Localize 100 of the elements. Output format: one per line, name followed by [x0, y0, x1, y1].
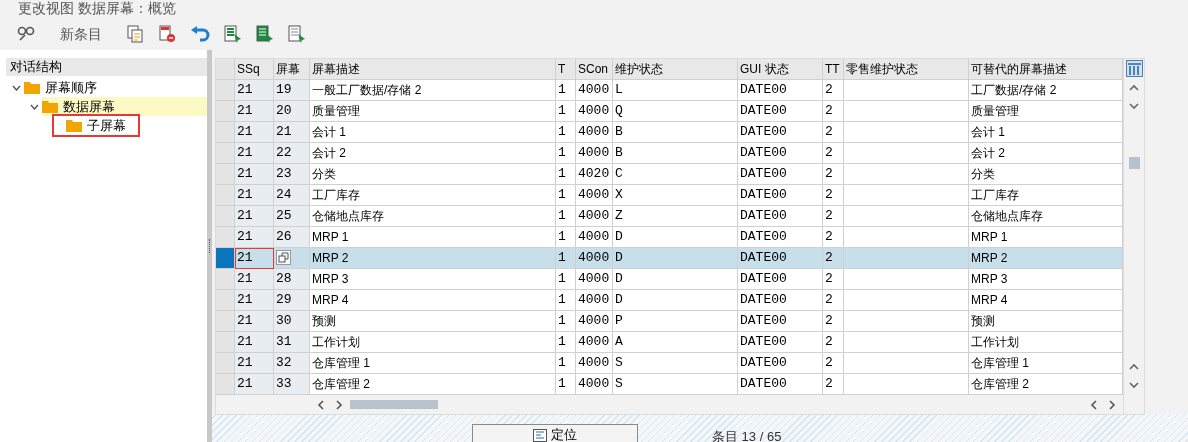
table-cell: 28 [274, 269, 310, 290]
table-cell: DATE00 [738, 374, 823, 395]
table-cell: 21 [235, 290, 274, 311]
table-cell: Z [613, 206, 738, 227]
table-cell: 工厂库存 [969, 185, 1123, 206]
table-cell: 分类 [969, 164, 1123, 185]
table-cell: 仓储地点库存 [310, 206, 556, 227]
table-cell: DATE00 [738, 290, 823, 311]
table-cell: 21 [235, 269, 274, 290]
table-cell: 23 [274, 164, 310, 185]
table-cell: MRP 2 [969, 248, 1123, 269]
table-cell: 质量管理 [310, 101, 556, 122]
table-cell: 4000 [576, 332, 613, 353]
table-cell: D [613, 248, 738, 269]
table-cell: 2 [823, 290, 844, 311]
new-entry-button[interactable]: 新条目 [50, 23, 112, 45]
table-cell: 21 [235, 332, 274, 353]
table-cell: 2 [823, 80, 844, 101]
table-cell: D [613, 269, 738, 290]
folder-icon [42, 100, 58, 113]
table-cell: DATE00 [738, 332, 823, 353]
table-cell: 仓库管理 2 [310, 374, 556, 395]
table-cell: DATE00 [738, 80, 823, 101]
table-cell: B [613, 122, 738, 143]
table-cell: 21 [235, 122, 274, 143]
table-cell: 质量管理 [969, 101, 1123, 122]
column-header: 屏幕描述 [310, 59, 556, 80]
value-help-icon[interactable] [276, 250, 291, 265]
column-header: 零售维护状态 [844, 59, 969, 80]
tree-item[interactable]: 屏幕顺序 [24, 78, 103, 97]
delete-icon[interactable] [158, 25, 176, 43]
table-cell: 21 [235, 80, 274, 101]
table-cell: 2 [823, 143, 844, 164]
table-cell: 1 [556, 122, 576, 143]
table-cell: 1 [556, 80, 576, 101]
table-cell: 1 [556, 248, 576, 269]
caret-icon[interactable] [12, 84, 21, 91]
column-header: SCon [576, 59, 613, 80]
window-title: 更改视图 数据屏幕：概览 [18, 0, 176, 16]
table-cell: 21 [274, 122, 310, 143]
table-cell: 会计 1 [969, 122, 1123, 143]
scrollbar-thumb[interactable] [350, 400, 438, 409]
table-cell: 2 [823, 353, 844, 374]
caret-icon[interactable] [30, 103, 39, 110]
table-cell: 会计 1 [310, 122, 556, 143]
table-cell: 1 [556, 269, 576, 290]
position-button[interactable]: 定位 [472, 424, 638, 442]
tree-item[interactable]: 子屏幕 [54, 116, 138, 135]
table-cell: 1 [556, 101, 576, 122]
table-cell: 2 [823, 101, 844, 122]
table-cell: 仓储地点库存 [969, 206, 1123, 227]
copy-icon[interactable] [126, 25, 144, 43]
table-cell: DATE00 [738, 311, 823, 332]
table-cell: 预测 [969, 311, 1123, 332]
table-cell: 2 [823, 206, 844, 227]
scrollbar-thumb[interactable] [1128, 157, 1140, 169]
table-cell: 24 [274, 185, 310, 206]
table-cell: DATE00 [738, 353, 823, 374]
select-all-icon[interactable] [224, 25, 242, 43]
table-cell: 31 [274, 332, 310, 353]
table-cell: B [613, 143, 738, 164]
position-icon [533, 428, 547, 442]
table-cell: DATE00 [738, 227, 823, 248]
table-cell: 4000 [576, 290, 613, 311]
deselect-icon[interactable] [288, 25, 306, 43]
table-cell: 仓库管理 1 [310, 353, 556, 374]
table-cell: A [613, 332, 738, 353]
table-cell: 4000 [576, 143, 613, 164]
table-cell: 21 [235, 248, 274, 269]
table-cell: 一般工厂数据/存储 2 [310, 80, 556, 101]
table-cell: 4000 [576, 227, 613, 248]
row-selector[interactable] [216, 248, 235, 269]
column-header: TT [823, 59, 844, 80]
entry-count: 条目 13 / 65 [712, 428, 782, 442]
table-cell: 33 [274, 374, 310, 395]
table-cell: 工厂库存 [310, 185, 556, 206]
table-cell: P [613, 311, 738, 332]
column-header: 屏幕 [274, 59, 310, 80]
table-cell: 4000 [576, 311, 613, 332]
table-cell: 会计 2 [969, 143, 1123, 164]
table-cell: 4000 [576, 374, 613, 395]
table-cell: 4000 [576, 269, 613, 290]
table-cell: 1 [556, 206, 576, 227]
folder-icon [24, 81, 40, 94]
column-settings-icon[interactable] [1125, 60, 1143, 77]
select-block-icon[interactable] [256, 25, 274, 43]
table-cell: 2 [823, 332, 844, 353]
splitter-handle[interactable] [207, 50, 212, 442]
table-cell: 2 [823, 185, 844, 206]
table-cell: 4000 [576, 206, 613, 227]
panel-header: 对话结构 [6, 58, 207, 76]
table-cell: L [613, 80, 738, 101]
column-header: GUI 状态 [738, 59, 823, 80]
table-cell: DATE00 [738, 185, 823, 206]
table-cell: D [613, 227, 738, 248]
column-header: 可替代的屏幕描述 [969, 59, 1123, 80]
table-cell: DATE00 [738, 101, 823, 122]
undo-icon[interactable] [190, 26, 210, 42]
tree-item[interactable]: 数据屏幕 [42, 97, 207, 116]
glasses-icon[interactable] [16, 25, 36, 43]
